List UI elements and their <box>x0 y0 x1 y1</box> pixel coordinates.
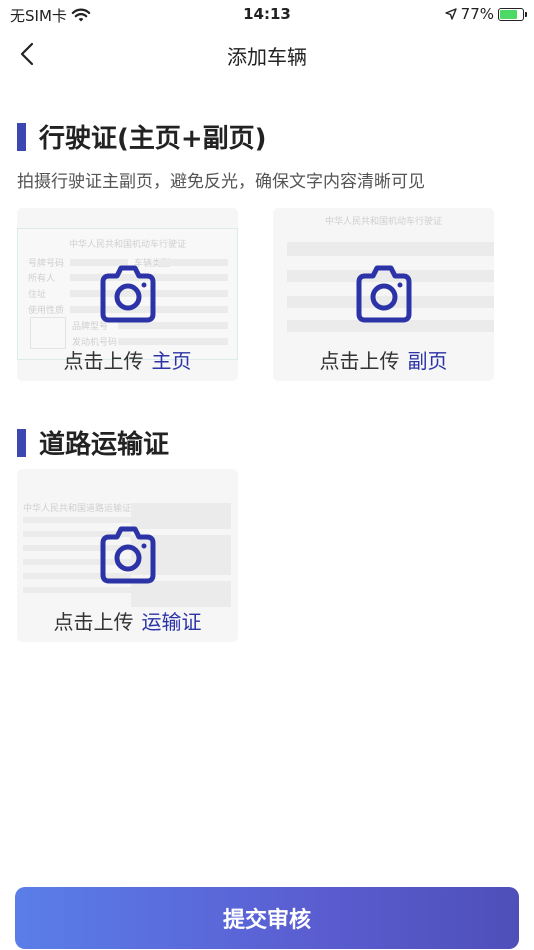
transport-section-title: 道路运输证 <box>17 424 169 461</box>
upload-front-accent: 主页 <box>151 349 192 373</box>
upload-transport-accent: 运输证 <box>141 610 202 634</box>
upload-license-back-card[interactable]: 中华人民共和国机动车行驶证 点击上传 副页 <box>273 208 494 381</box>
battery-percent: 77% <box>460 5 494 23</box>
transport-section-title-text: 道路运输证 <box>39 430 170 460</box>
battery-level <box>500 9 517 19</box>
upload-license-front-card[interactable]: 中华人民共和国机动车行驶证 号牌号码 车辆类型 所有人 住址 使用性质 品牌型号… <box>17 208 238 381</box>
license-section-title-text: 行驶证(主页+副页) <box>39 124 267 154</box>
sample-title: 中华人民共和国道路运输证 <box>23 504 132 514</box>
battery-icon <box>498 7 527 21</box>
section-accent-bar <box>17 428 26 457</box>
camera-icon <box>100 265 155 323</box>
status-right: 77% <box>444 5 527 23</box>
page-title: 添加车辆 <box>227 45 307 69</box>
sample-title: 中华人民共和国机动车行驶证 <box>68 240 186 250</box>
upload-front-label: 点击上传 主页 <box>63 349 192 373</box>
location-arrow-icon <box>444 8 457 20</box>
upload-back-label: 点击上传 副页 <box>319 349 448 373</box>
submit-review-button[interactable]: 提交审核 <box>15 887 519 949</box>
upload-transport-label: 点击上传 运输证 <box>53 610 202 634</box>
nav-bar: 添加车辆 <box>0 28 534 80</box>
license-section-title: 行驶证(主页+副页) <box>17 118 267 155</box>
camera-icon <box>356 265 411 323</box>
sample-title: 中华人民共和国机动车行驶证 <box>324 217 442 227</box>
camera-icon <box>100 526 155 584</box>
license-hint: 拍摄行驶证主副页，避免反光，确保文字内容清晰可见 <box>17 172 425 192</box>
status-bar: 无SIM卡 14:13 77% <box>0 0 534 28</box>
upload-transport-card[interactable]: 中华人民共和国道路运输证 点击上传 运输证 <box>17 469 238 642</box>
section-accent-bar <box>17 122 26 151</box>
upload-back-accent: 副页 <box>407 349 448 373</box>
